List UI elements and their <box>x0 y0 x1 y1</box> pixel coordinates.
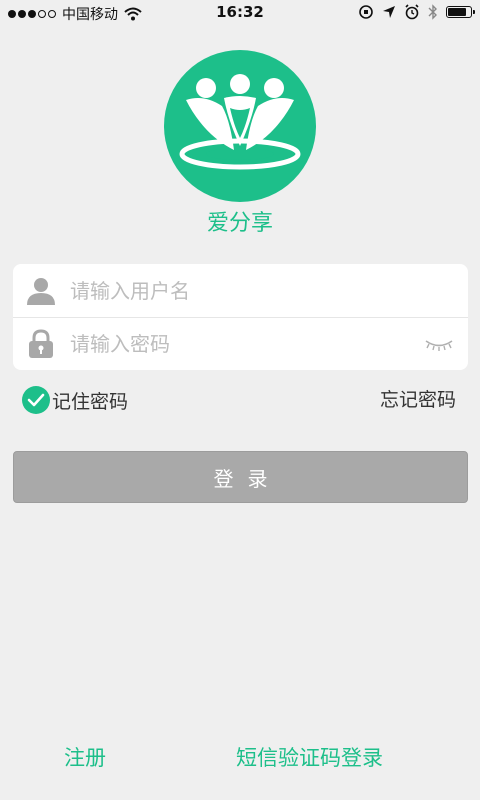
orientation-lock-icon <box>359 5 373 19</box>
location-icon <box>383 6 395 18</box>
remember-password-checkbox[interactable]: 记住密码 <box>22 386 128 414</box>
login-form <box>13 264 468 370</box>
status-right <box>358 4 475 20</box>
password-input[interactable] <box>70 331 390 356</box>
app-name: 爱分享 <box>206 211 273 236</box>
username-input[interactable] <box>70 278 390 303</box>
username-row <box>13 264 468 318</box>
register-link[interactable]: 注册 <box>64 742 106 772</box>
battery-icon <box>446 6 475 18</box>
forgot-password-link[interactable]: 忘记密码 <box>380 386 456 414</box>
lock-icon <box>24 327 58 361</box>
user-icon <box>24 274 58 308</box>
sms-login-link[interactable]: 短信验证码登录 <box>236 742 383 772</box>
bluetooth-icon <box>428 4 437 20</box>
status-bar: 中国移动 16:32 <box>0 0 480 26</box>
people-share-logo-icon <box>179 74 301 170</box>
alarm-icon <box>405 4 419 20</box>
app-logo <box>164 50 316 202</box>
eye-closed-icon[interactable] <box>424 337 454 356</box>
remember-password-label: 记住密码 <box>52 390 129 413</box>
check-icon <box>22 386 50 414</box>
password-row <box>13 317 468 370</box>
login-button[interactable]: 登录 <box>13 451 468 503</box>
